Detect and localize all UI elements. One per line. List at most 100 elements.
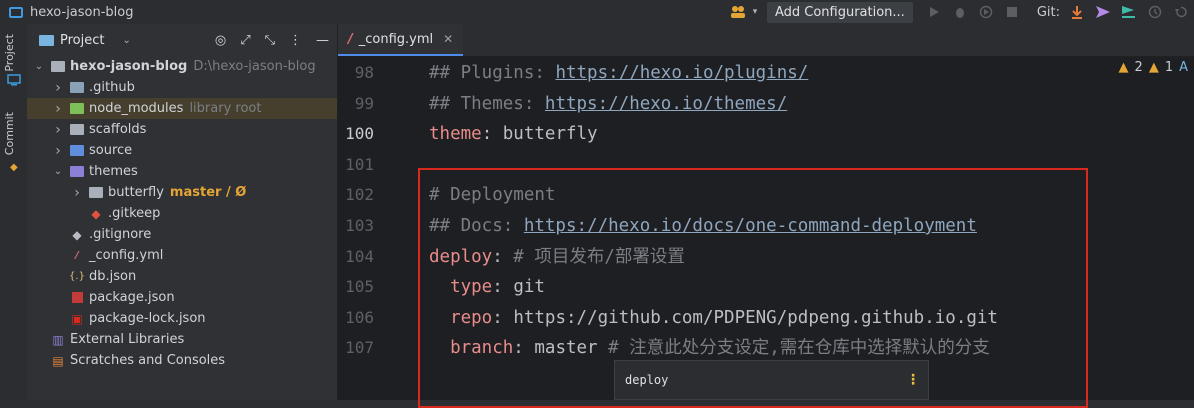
folder-icon bbox=[70, 123, 84, 137]
chevron-down-icon[interactable]: ⌄ bbox=[52, 166, 64, 177]
tree-item-label: source bbox=[89, 143, 133, 158]
line-number: 99 bbox=[354, 93, 374, 113]
chevron-right-icon[interactable]: › bbox=[52, 80, 64, 96]
structure-popup[interactable]: deploy ⋮ bbox=[614, 360, 929, 400]
project-panel: Project ⌄ ◎ ⤢ ⤡ ⋮ — ⌄ hexo-jason-blog D:\h… bbox=[27, 24, 338, 400]
monitor-icon bbox=[9, 6, 23, 18]
tree-item-label: _config.yml bbox=[89, 248, 164, 263]
weak-warning-count: 1 bbox=[1164, 60, 1174, 75]
tree-item[interactable]: ▥ External Libraries bbox=[27, 329, 337, 350]
vcs-branch-label: master / Ø bbox=[169, 185, 247, 200]
tree-item[interactable]: ▤ Scratches and Consoles bbox=[27, 350, 337, 371]
git-file-icon: ◆ bbox=[91, 206, 101, 221]
inspection-widget[interactable]: ▲ 2 ▲ 1 A bbox=[1119, 60, 1194, 75]
editor-area: / _config.yml ✕ 98 99 100 101 102 103 104 105 10… bbox=[338, 24, 1194, 408]
tree-item[interactable]: › butterfly master / Ø bbox=[27, 182, 337, 203]
code-line[interactable]: ## Themes: https://hexo.io/themes/ bbox=[429, 93, 787, 115]
tree-item[interactable]: {.} db.json bbox=[27, 266, 337, 287]
tree-item-label: Scratches and Consoles bbox=[70, 353, 226, 368]
tree-item[interactable]: ◆ .gitkeep bbox=[27, 203, 337, 224]
library-icon: ▥ bbox=[52, 332, 64, 347]
folder-icon bbox=[39, 34, 54, 46]
add-configuration-button[interactable]: Add Configuration... bbox=[766, 1, 913, 23]
project-tool-icon[interactable] bbox=[7, 74, 21, 86]
code-link[interactable]: https://hexo.io/plugins/ bbox=[555, 63, 808, 83]
code-line[interactable]: theme: butterfly bbox=[429, 123, 598, 145]
close-icon[interactable]: ✕ bbox=[443, 32, 453, 46]
more-icon[interactable]: ⋮ bbox=[906, 372, 920, 388]
npm-file-icon bbox=[70, 291, 84, 305]
tool-window-strip: Project Commit ◆ bbox=[0, 24, 28, 400]
stop-icon[interactable] bbox=[1004, 4, 1020, 20]
code-comment: ## Plugins: bbox=[429, 63, 556, 83]
collapse-all-icon[interactable]: ⤡ bbox=[265, 33, 275, 48]
line-number: 106 bbox=[345, 307, 374, 327]
options-icon[interactable]: ⋮ bbox=[289, 33, 302, 48]
source-folder-icon bbox=[70, 144, 84, 158]
chevron-down-icon[interactable]: ⌄ bbox=[33, 61, 45, 72]
history-icon[interactable] bbox=[1147, 4, 1163, 20]
hide-icon[interactable]: — bbox=[316, 33, 329, 48]
tree-item[interactable]: › scaffolds bbox=[27, 119, 337, 140]
tree-item-label: db.json bbox=[89, 269, 137, 284]
tree-item[interactable]: › .github bbox=[27, 77, 337, 98]
locate-icon[interactable]: ◎ bbox=[215, 33, 226, 48]
title-bar: hexo-jason-blog ▾ Add Configuration... G… bbox=[0, 0, 1194, 24]
users-icon[interactable] bbox=[730, 4, 746, 20]
scratches-icon: ▤ bbox=[52, 353, 64, 368]
tree-item[interactable]: package.json bbox=[27, 287, 337, 308]
code-key: theme bbox=[429, 124, 482, 145]
run-icon[interactable] bbox=[926, 4, 942, 20]
tree-item[interactable]: ⌄ themes bbox=[27, 161, 337, 182]
gitignore-file-icon: ◆ bbox=[72, 227, 82, 242]
line-number: 105 bbox=[345, 277, 374, 297]
commit-tool-tab[interactable]: Commit bbox=[3, 112, 16, 155]
tree-item-label: butterfly bbox=[108, 185, 164, 200]
chevron-right-icon[interactable]: › bbox=[71, 185, 83, 201]
tree-item[interactable]: ◆ .gitignore bbox=[27, 224, 337, 245]
line-number: 104 bbox=[345, 246, 374, 266]
yaml-file-icon: / bbox=[348, 31, 353, 47]
rollback-icon[interactable] bbox=[1173, 4, 1189, 20]
tree-item[interactable]: ▣ package-lock.json bbox=[27, 308, 337, 329]
tree-item-label: node_modules bbox=[89, 101, 184, 116]
json-file-icon: {.} bbox=[69, 271, 85, 282]
tree-item[interactable]: ⌄ hexo-jason-blog D:\hexo-jason-blog bbox=[27, 56, 337, 77]
code-line[interactable]: ## Plugins: https://hexo.io/plugins/ bbox=[429, 62, 808, 84]
line-number: 98 bbox=[354, 63, 374, 82]
chevron-right-icon[interactable]: › bbox=[52, 101, 64, 117]
tree-item[interactable]: › node_modules library root bbox=[27, 98, 337, 119]
tree-item-label: .gitkeep bbox=[108, 206, 161, 221]
chevron-right-icon[interactable]: › bbox=[52, 143, 64, 159]
project-panel-title[interactable]: Project bbox=[60, 33, 104, 48]
tree-item[interactable]: › source bbox=[27, 140, 337, 161]
editor-tab-config[interactable]: / _config.yml ✕ bbox=[338, 24, 464, 56]
expand-all-icon[interactable]: ⤢ bbox=[240, 33, 250, 48]
debug-icon[interactable] bbox=[952, 4, 968, 20]
tree-item[interactable]: / _config.yml bbox=[27, 245, 337, 266]
git-label: Git: bbox=[1036, 4, 1060, 20]
commit-marker-icon: ◆ bbox=[10, 162, 18, 173]
code-link[interactable]: https://hexo.io/themes/ bbox=[545, 94, 787, 114]
tree-item-label: .gitignore bbox=[89, 227, 152, 242]
tree-item-label: themes bbox=[89, 164, 138, 179]
chevron-right-icon[interactable]: › bbox=[52, 122, 64, 138]
git-commit-icon[interactable] bbox=[1121, 4, 1137, 20]
chevron-down-icon[interactable]: ▾ bbox=[751, 4, 759, 20]
line-number: 102 bbox=[345, 185, 374, 205]
popup-text: deploy bbox=[625, 373, 669, 387]
git-push-icon[interactable] bbox=[1095, 4, 1111, 20]
tree-item-label: hexo-jason-blog bbox=[70, 59, 188, 74]
weak-warning-icon: ▲ bbox=[1148, 60, 1159, 75]
spellcheck-icon: A bbox=[1179, 60, 1188, 75]
tree-item-label: scaffolds bbox=[89, 122, 147, 137]
coverage-icon[interactable] bbox=[978, 4, 994, 20]
git-update-icon[interactable] bbox=[1069, 4, 1085, 20]
project-tool-tab[interactable]: Project bbox=[3, 34, 16, 72]
line-number: 100 bbox=[345, 124, 374, 144]
chevron-down-icon[interactable]: ⌄ bbox=[122, 35, 130, 46]
tree-item-label: package-lock.json bbox=[89, 311, 206, 326]
line-gutter: 98 99 100 101 102 103 104 105 106 107 bbox=[338, 56, 418, 400]
project-name: hexo-jason-blog bbox=[30, 4, 134, 20]
editor-tabs: / _config.yml ✕ bbox=[338, 24, 1194, 57]
